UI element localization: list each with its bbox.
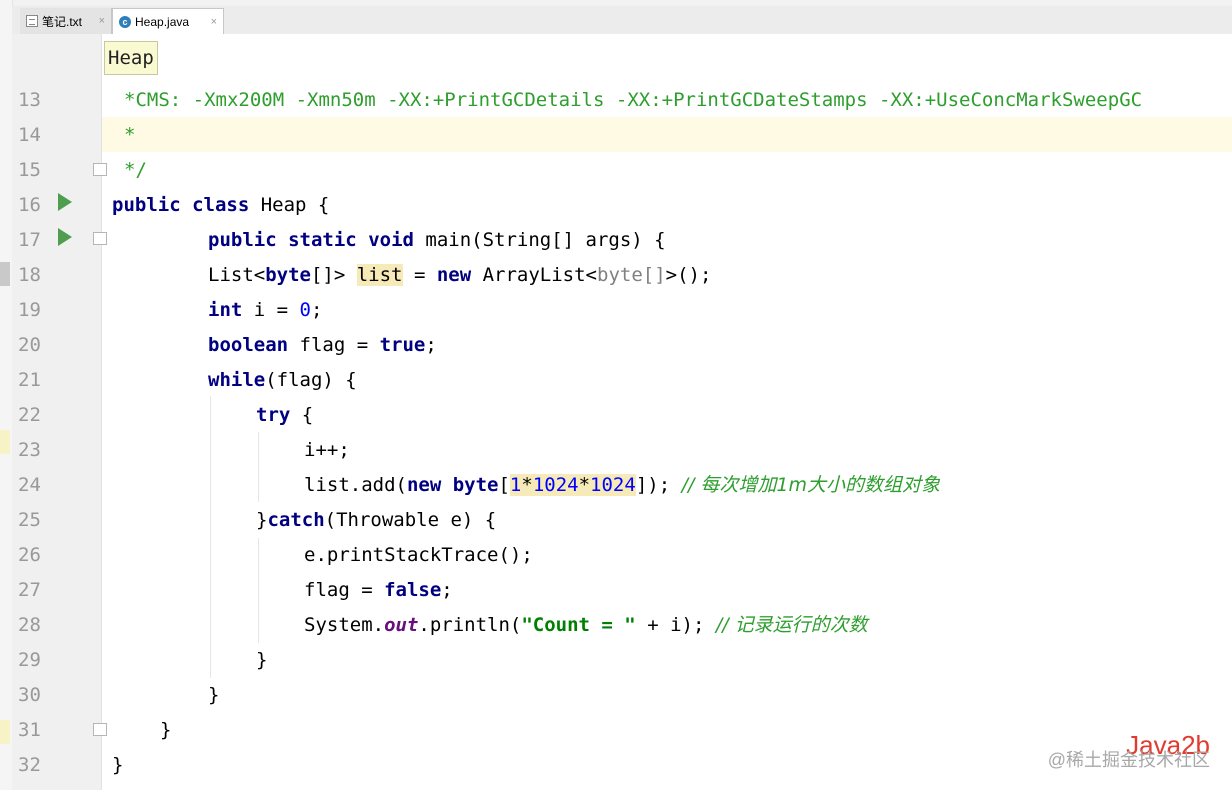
fold-icon[interactable]: [93, 723, 107, 736]
tab-label: Heap.java: [135, 15, 190, 29]
code-line-27: flag = false;: [304, 579, 453, 601]
java-class-icon: c: [119, 16, 131, 28]
code-line-32: }: [112, 754, 124, 776]
tab-label: 笔记.txt: [42, 14, 83, 29]
watermark-text: @稀土掘金技术社区: [1047, 750, 1210, 770]
line-number: 30: [18, 684, 41, 706]
text-file-icon: [26, 15, 38, 27]
line-number: 15: [18, 159, 41, 181]
tab-notes-txt[interactable]: 笔记.txt ×: [20, 8, 112, 34]
line-number: 14: [18, 124, 41, 146]
code-line-17: public static void main(String[] args) {: [208, 229, 666, 251]
code-line-24: list.add(new byte[1*1024*1024]); // 每次增加…: [304, 474, 941, 496]
line-number: 26: [18, 544, 41, 566]
line-number: 32: [18, 754, 41, 776]
code-line-23: i++;: [304, 439, 350, 461]
line-number: 19: [18, 299, 41, 321]
close-icon[interactable]: ×: [99, 15, 105, 27]
code-line-31: }: [160, 719, 172, 741]
editor-tab-bar: 笔记.txt × c Heap.java ×: [12, 6, 1232, 35]
tab-heap-java[interactable]: c Heap.java ×: [112, 8, 224, 35]
fold-icon[interactable]: [93, 163, 107, 176]
line-number: 24: [18, 474, 41, 496]
breadcrumb[interactable]: Heap: [104, 41, 158, 75]
line-number: 27: [18, 579, 41, 601]
code-line-14: *: [124, 124, 136, 146]
code-line-15: */: [124, 159, 147, 181]
line-number: 22: [18, 404, 41, 426]
left-strip-marker: [0, 430, 10, 454]
code-line-26: e.printStackTrace();: [304, 544, 533, 566]
code-line-16: public class Heap {: [112, 194, 330, 216]
code-line-21: while(flag) {: [208, 369, 357, 391]
line-number: 28: [18, 614, 41, 636]
code-line-30: }: [208, 684, 220, 706]
code-line-19: int i = 0;: [208, 299, 323, 321]
fold-icon[interactable]: [93, 232, 107, 245]
indent-guide: [210, 396, 211, 678]
close-icon[interactable]: ×: [211, 16, 217, 28]
indent-guide: [258, 432, 259, 502]
left-strip-marker: [0, 720, 10, 744]
code-line-18: List<byte[]> list = new ArrayList<byte[]…: [208, 264, 712, 286]
code-line-25: }catch(Throwable e) {: [256, 509, 497, 531]
line-number: 23: [18, 439, 41, 461]
line-number: 20: [18, 334, 41, 356]
line-number: 29: [18, 649, 41, 671]
current-line-highlight: [102, 117, 1232, 152]
line-number: 25: [18, 509, 41, 531]
run-class-icon[interactable]: [58, 193, 72, 211]
code-line-29: }: [256, 649, 268, 671]
code-line-28: System.out.println("Count = " + i); // 记…: [304, 614, 868, 636]
run-main-icon[interactable]: [58, 228, 72, 246]
line-number: 21: [18, 369, 41, 391]
code-line-20: boolean flag = true;: [208, 334, 437, 356]
code-line-22: try {: [256, 404, 314, 426]
indent-guide: [258, 538, 259, 643]
code-line-13: *CMS: -Xmx200M -Xmn50m -XX:+PrintGCDetai…: [124, 89, 1143, 111]
line-number: 13: [18, 89, 41, 111]
line-number: 31: [18, 719, 41, 741]
left-strip-marker: [0, 262, 10, 286]
line-number: 18: [18, 264, 41, 286]
